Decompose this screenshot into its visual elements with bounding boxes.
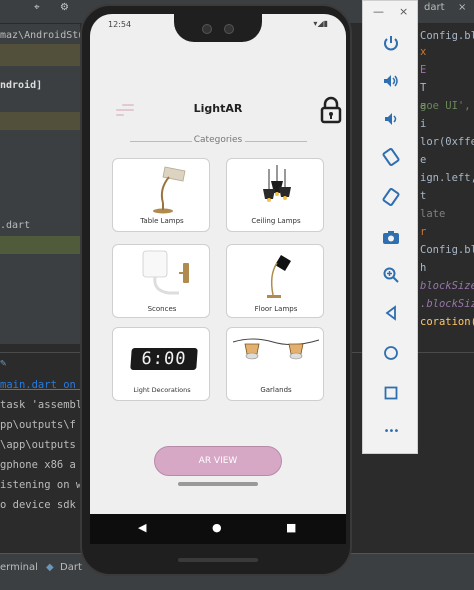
highlight-row: [0, 236, 80, 254]
run-icon[interactable]: ✎: [0, 357, 6, 369]
floor-lamp-icon: [267, 255, 291, 298]
file-item[interactable]: .dart: [0, 220, 30, 231]
terminal-line: gphone x86 a: [0, 459, 76, 471]
rotate-right-icon[interactable]: [377, 183, 405, 211]
code-line: Config.bl: [420, 244, 474, 256]
project-panel: maz\AndroidStu ndroid] .dart: [0, 24, 84, 344]
code-line: lor(0xffe: [420, 136, 474, 148]
terminal-tab[interactable]: erminal: [0, 562, 38, 573]
gesture-bar: [178, 482, 258, 486]
code-line: h: [420, 262, 427, 274]
digital-clock-icon: 6:00: [130, 348, 198, 370]
phone-emulator: 12:54 ▾◢▮ LightAR Categories Table Lamps…: [80, 4, 352, 576]
table-lamp-icon: [153, 166, 186, 214]
code-line: goe UI',: [420, 100, 471, 112]
overview-icon[interactable]: [377, 379, 405, 407]
code-line: coration(: [420, 316, 474, 328]
terminal-line: task 'assembl: [0, 399, 83, 411]
card-label: Floor Lamps: [254, 305, 298, 313]
code-line: Config.bl: [420, 30, 474, 42]
settings-icon[interactable]: ⚙: [60, 2, 69, 13]
android-nav-bar: ◀ ● ■: [90, 514, 346, 544]
terminal-line: istening on w: [0, 479, 83, 491]
code-line: x: [420, 46, 427, 58]
code-line: e: [420, 154, 427, 166]
volume-down-icon[interactable]: [377, 105, 405, 133]
dart-icon: ◆: [46, 562, 54, 573]
category-card-table-lamps[interactable]: Table Lamps: [112, 158, 210, 232]
code-editor[interactable]: Config.bl x E T a goe UI', i lor(0xffe e…: [418, 24, 474, 354]
project-module[interactable]: ndroid]: [0, 80, 42, 91]
terminal-line: o device sdk: [0, 499, 76, 511]
ar-view-button[interactable]: AR VIEW: [154, 446, 282, 476]
camera-notch: [174, 14, 262, 42]
sconce-icon: [142, 250, 189, 295]
back-icon[interactable]: [377, 299, 405, 327]
divider: [245, 141, 307, 142]
minimize-button[interactable]: —: [373, 5, 384, 18]
category-card-sconces[interactable]: Sconces: [112, 244, 210, 318]
status-time: 12:54: [108, 20, 132, 29]
category-card-light-decorations[interactable]: 6:00 Light Decorations: [112, 327, 210, 401]
home-nav-icon[interactable]: ●: [212, 521, 222, 534]
editor-tab[interactable]: dart: [424, 2, 445, 13]
ceiling-lamp-icon: [263, 165, 291, 202]
card-label: Light Decorations: [133, 386, 191, 394]
home-icon[interactable]: [377, 339, 405, 367]
terminal-line: \app\outputs: [0, 439, 76, 451]
camera-icon[interactable]: [377, 223, 405, 251]
card-label: Sconces: [147, 305, 177, 313]
code-line: i: [420, 118, 427, 130]
close-button[interactable]: ×: [399, 5, 408, 18]
terminal-line: pp\outputs\f: [0, 419, 76, 431]
category-card-garlands[interactable]: Garlands: [226, 327, 324, 401]
project-path[interactable]: maz\AndroidStu: [0, 30, 84, 41]
volume-up-icon[interactable]: [377, 67, 405, 95]
app-title: LightAR: [193, 102, 243, 115]
highlight-row: [0, 44, 80, 66]
close-tab-icon[interactable]: ×: [458, 2, 466, 13]
dart-tab[interactable]: Dart: [60, 562, 82, 573]
status-icons: ▾◢▮: [313, 19, 328, 28]
target-icon[interactable]: ⌖: [34, 2, 40, 13]
code-line: blockSize: [420, 280, 474, 292]
code-line: r: [420, 226, 427, 238]
recents-nav-icon[interactable]: ■: [286, 521, 296, 534]
phone-speaker: [178, 558, 258, 562]
front-camera-icon: [224, 24, 234, 34]
front-camera-icon: [202, 24, 212, 34]
code-line: .blockSiz: [420, 298, 474, 310]
code-line: ign.left,: [420, 172, 474, 184]
more-icon[interactable]: •••: [377, 417, 405, 445]
code-line: T: [420, 82, 427, 94]
card-label: Garlands: [260, 386, 292, 394]
terminal-line[interactable]: main.dart on s: [0, 379, 89, 391]
code-line: late: [420, 208, 446, 220]
rotate-left-icon[interactable]: [377, 143, 405, 171]
category-card-floor-lamps[interactable]: Floor Lamps: [226, 244, 324, 318]
back-nav-icon[interactable]: ◀: [138, 521, 146, 534]
garland-icon: [232, 338, 320, 360]
emulator-toolbar: — × •••: [362, 0, 418, 454]
card-label: Ceiling Lamps: [251, 217, 301, 225]
categories-label: Categories: [193, 135, 243, 145]
category-card-ceiling-lamps[interactable]: Ceiling Lamps: [226, 158, 324, 232]
code-line: t: [420, 190, 427, 202]
lock-icon[interactable]: [320, 96, 342, 124]
code-line: E: [420, 64, 427, 76]
phone-screen: 12:54 ▾◢▮ LightAR Categories Table Lamps…: [90, 14, 346, 544]
card-label: Table Lamps: [140, 217, 184, 225]
highlight-row: [0, 112, 80, 130]
power-icon[interactable]: [377, 29, 405, 57]
zoom-icon[interactable]: [377, 261, 405, 289]
